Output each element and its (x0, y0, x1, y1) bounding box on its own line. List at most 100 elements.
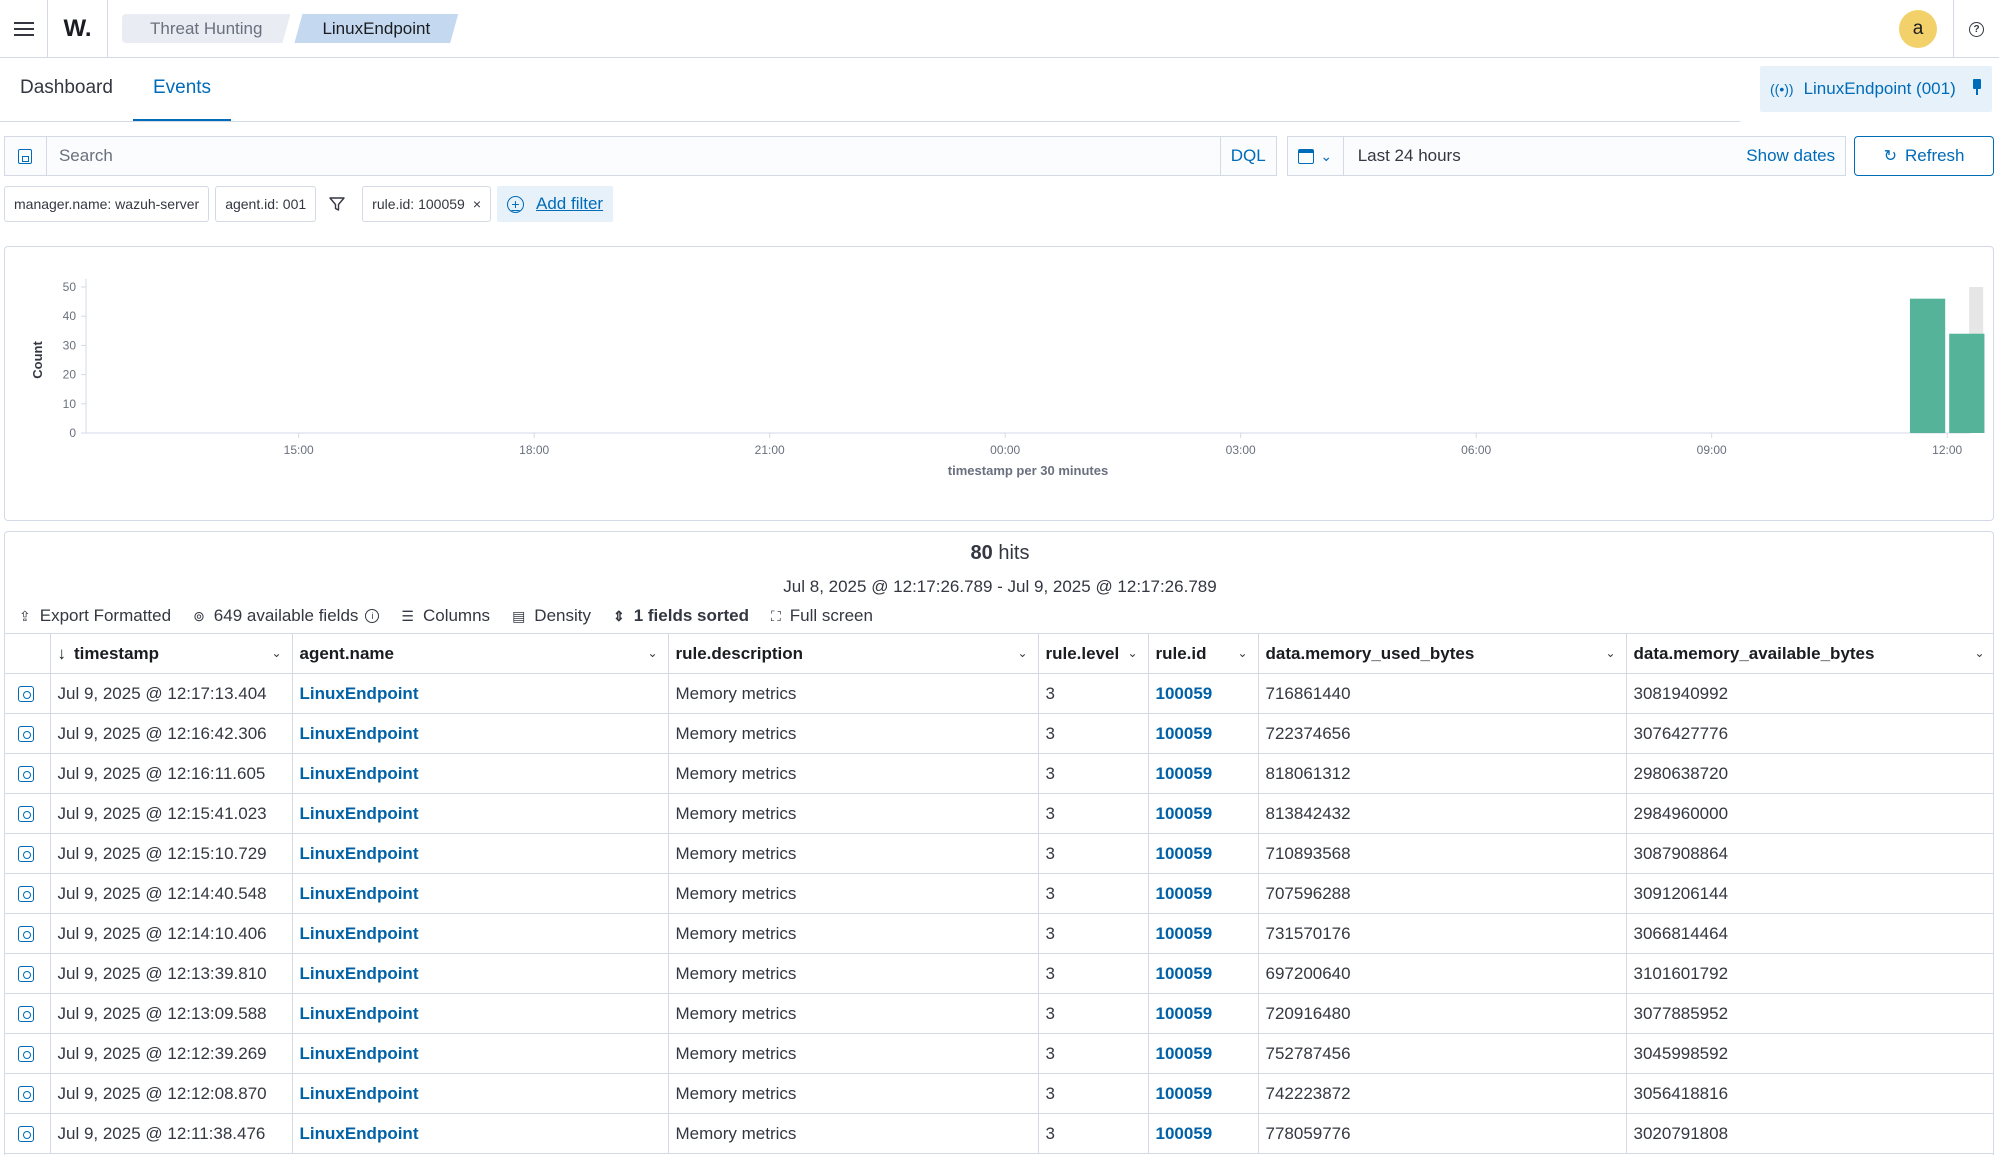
table-row[interactable]: Jul 9, 2025 @ 12:13:39.810 LinuxEndpoint M… (5, 953, 1993, 994)
header-rule-description[interactable]: rule.description ⌄ (668, 633, 1039, 674)
histogram-chart[interactable]: 0 10 20 30 40 50 15:00 18:00 21:00 00:00 03:00 06:0… (5, 247, 1993, 520)
table-row[interactable]: Jul 9, 2025 @ 12:14:40.548 LinuxEndpoint M… (5, 873, 1993, 914)
inspect-document-icon[interactable] (18, 885, 34, 902)
cell-rule-id[interactable]: 100059 (1148, 953, 1259, 994)
x-tick-label: 15:00 (284, 443, 314, 457)
add-filter-button[interactable]: + Add filter (497, 186, 614, 222)
dql-toggle[interactable]: DQL (1220, 136, 1277, 176)
inspect-document-icon[interactable] (18, 925, 34, 942)
table-row[interactable]: Jul 9, 2025 @ 12:15:41.023 LinuxEndpoint M… (5, 793, 1993, 834)
refresh-button[interactable]: ↻ Refresh (1854, 136, 1994, 176)
table-row[interactable]: Jul 9, 2025 @ 12:13:09.588 LinuxEndpoint M… (5, 993, 1993, 1034)
cell-agent-name[interactable]: LinuxEndpoint (292, 873, 669, 914)
cell-rule-id[interactable]: 100059 (1148, 673, 1259, 714)
tab-dashboard[interactable]: Dashboard (0, 57, 133, 121)
info-icon[interactable]: i (365, 609, 380, 623)
table-row[interactable]: Jul 9, 2025 @ 12:14:10.406 LinuxEndpoint M… (5, 913, 1993, 954)
cell-agent-name[interactable]: LinuxEndpoint (292, 953, 669, 994)
search-input[interactable] (45, 136, 1221, 176)
header-agent-name[interactable]: agent.name ⌄ (292, 633, 669, 674)
show-dates-link[interactable]: Show dates (1746, 146, 1845, 166)
sort-desc-icon[interactable]: ↓ (58, 644, 67, 663)
time-range-label[interactable]: Last 24 hours (1344, 146, 1747, 166)
cell-agent-name[interactable]: LinuxEndpoint (292, 833, 669, 874)
inspect-document-icon[interactable] (18, 1125, 34, 1142)
cell-agent-name[interactable]: LinuxEndpoint (292, 713, 669, 754)
chevron-down-icon[interactable]: ⌄ (1974, 646, 1984, 660)
header-timestamp[interactable]: ↓ timestamp ⌄ (50, 633, 293, 674)
cell-agent-name[interactable]: LinuxEndpoint (292, 793, 669, 834)
cell-memory-used: 707596288 (1258, 873, 1627, 914)
table-row[interactable]: Jul 9, 2025 @ 12:16:11.605 LinuxEndpoint M… (5, 753, 1993, 794)
table-row[interactable]: Jul 9, 2025 @ 12:12:08.870 LinuxEndpoint M… (5, 1073, 1993, 1114)
header-memory-available[interactable]: data.memory_available_bytes ⌄ (1626, 633, 1993, 674)
cell-agent-name[interactable]: LinuxEndpoint (292, 1033, 669, 1074)
filter-pill-agent-id[interactable]: agent.id: 001 (215, 186, 317, 222)
menu-icon[interactable] (0, 0, 48, 58)
histogram-bar[interactable] (1909, 298, 1946, 433)
chevron-down-icon[interactable]: ⌄ (271, 646, 281, 660)
table-row[interactable]: Jul 9, 2025 @ 12:16:42.306 LinuxEndpoint M… (5, 713, 1993, 754)
x-tick-label: 21:00 (755, 443, 785, 457)
inspect-document-icon[interactable] (18, 725, 34, 742)
close-icon[interactable]: × (473, 196, 481, 212)
table-row[interactable]: Jul 9, 2025 @ 12:15:10.729 LinuxEndpoint M… (5, 833, 1993, 874)
cell-rule-id[interactable]: 100059 (1148, 993, 1259, 1034)
cell-rule-id[interactable]: 100059 (1148, 1033, 1259, 1074)
logo[interactable]: W. (48, 0, 108, 58)
header-rule-level[interactable]: rule.level ⌄ (1038, 633, 1149, 674)
cell-agent-name[interactable]: LinuxEndpoint (292, 673, 669, 714)
header-memory-used[interactable]: data.memory_used_bytes ⌄ (1258, 633, 1627, 674)
filter-icon[interactable] (322, 186, 352, 222)
cell-rule-id[interactable]: 100059 (1148, 873, 1259, 914)
filter-pill-manager[interactable]: manager.name: wazuh-server (4, 186, 210, 222)
avatar[interactable]: a (1899, 10, 1937, 48)
table-row[interactable]: Jul 9, 2025 @ 12:11:38.476 LinuxEndpoint M… (5, 1113, 1993, 1154)
chevron-down-icon[interactable]: ⌄ (1127, 646, 1137, 660)
agent-selector[interactable]: ((•)) LinuxEndpoint (001) (1760, 66, 1992, 112)
cell-rule-id[interactable]: 100059 (1148, 713, 1259, 754)
histogram-bar[interactable] (1949, 333, 1985, 433)
pin-icon[interactable] (1972, 79, 1982, 95)
cell-agent-name[interactable]: LinuxEndpoint (292, 993, 669, 1034)
available-fields-button[interactable]: ⊚ 649 available fields i (193, 606, 380, 626)
chevron-down-icon[interactable]: ⌄ (1017, 646, 1027, 660)
sort-button[interactable]: ⇕ 1 fields sorted (613, 606, 749, 626)
chevron-down-icon[interactable]: ⌄ (647, 646, 657, 660)
cell-agent-name[interactable]: LinuxEndpoint (292, 1073, 669, 1114)
table-row[interactable]: Jul 9, 2025 @ 12:12:39.269 LinuxEndpoint M… (5, 1033, 1993, 1074)
filter-pill-rule-id[interactable]: rule.id: 100059 × (362, 186, 491, 222)
header-rule-id[interactable]: rule.id ⌄ (1148, 633, 1259, 674)
table-row[interactable]: Jul 9, 2025 @ 12:17:13.404 LinuxEndpoint M… (5, 673, 1993, 714)
cell-rule-id[interactable]: 100059 (1148, 793, 1259, 834)
density-button[interactable]: ▤ Density (512, 606, 591, 626)
cell-agent-name[interactable]: LinuxEndpoint (292, 913, 669, 954)
chevron-down-icon[interactable]: ⌄ (1237, 646, 1247, 660)
cell-rule-id[interactable]: 100059 (1148, 833, 1259, 874)
fullscreen-button[interactable]: ⛶ Full screen (771, 606, 873, 626)
breadcrumb-linuxendpoint[interactable]: LinuxEndpoint (294, 14, 458, 43)
tab-events[interactable]: Events (132, 57, 232, 121)
quick-date-button[interactable]: ⌄ (1288, 137, 1344, 175)
inspect-document-icon[interactable] (18, 685, 34, 702)
cell-rule-id[interactable]: 100059 (1148, 913, 1259, 954)
inspect-document-icon[interactable] (18, 805, 34, 822)
columns-button[interactable]: ☰ Columns (401, 606, 490, 626)
help-button[interactable]: ? (1953, 0, 1999, 58)
cell-rule-id[interactable]: 100059 (1148, 1073, 1259, 1114)
chevron-down-icon[interactable]: ⌄ (1605, 646, 1615, 660)
cell-rule-id[interactable]: 100059 (1148, 753, 1259, 794)
export-button[interactable]: ⇪ Export Formatted (19, 606, 171, 626)
cell-rule-description: Memory metrics (668, 993, 1039, 1034)
inspect-document-icon[interactable] (18, 1045, 34, 1062)
cell-rule-id[interactable]: 100059 (1148, 1113, 1259, 1154)
inspect-document-icon[interactable] (18, 765, 34, 782)
cell-agent-name[interactable]: LinuxEndpoint (292, 753, 669, 794)
cell-agent-name[interactable]: LinuxEndpoint (292, 1113, 669, 1154)
inspect-document-icon[interactable] (18, 965, 34, 982)
inspect-document-icon[interactable] (18, 1005, 34, 1022)
save-query-button[interactable] (4, 136, 46, 176)
breadcrumb-threat-hunting[interactable]: Threat Hunting (122, 14, 290, 43)
inspect-document-icon[interactable] (18, 845, 34, 862)
inspect-document-icon[interactable] (18, 1085, 34, 1102)
